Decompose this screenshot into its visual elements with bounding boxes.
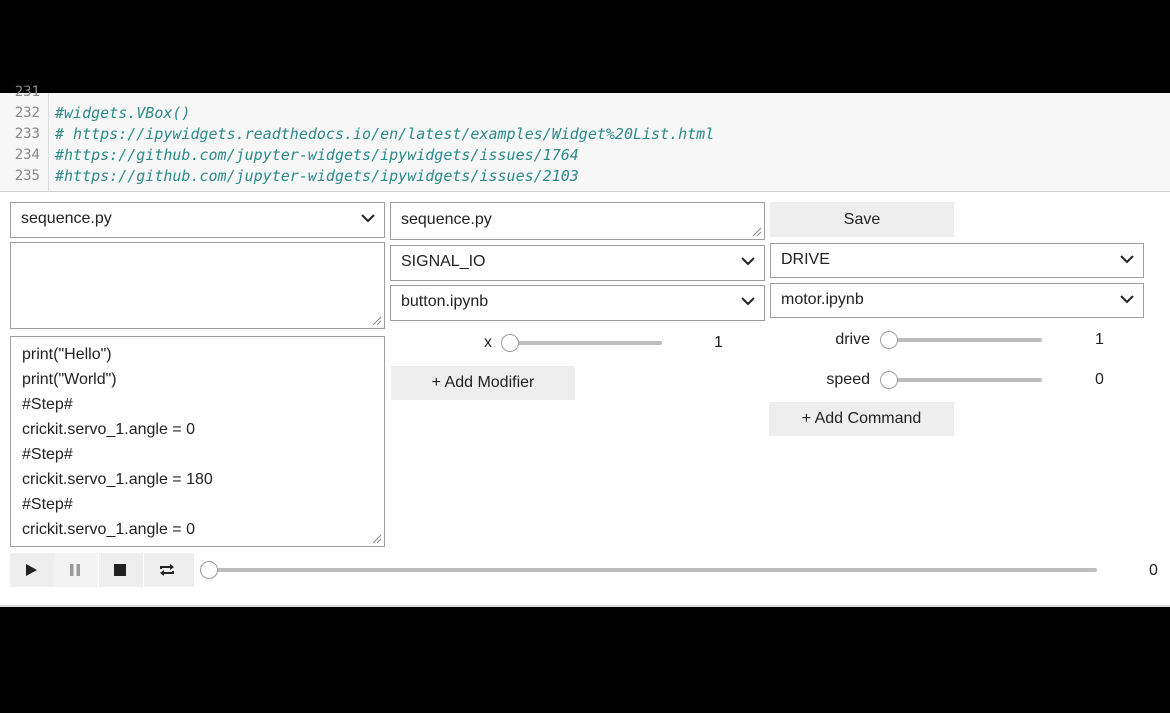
play-button[interactable]: [10, 553, 54, 587]
play-slider-value: 0: [1149, 562, 1158, 579]
notebook-output-panel: 231 232 #widgets.VBox() 233 # https://ip…: [0, 84, 1170, 607]
line-number: 232: [14, 105, 40, 121]
script-line: #Step#: [22, 446, 73, 463]
code-line: # https://ipywidgets.readthedocs.io/en/l…: [55, 125, 715, 143]
notebook-select[interactable]: button.ipynb: [390, 285, 765, 321]
notebook-select-value: button.ipynb: [401, 293, 489, 310]
chevron-down-icon: [361, 214, 375, 223]
speed-slider-label: speed: [826, 371, 870, 388]
line-number: 231: [14, 84, 40, 100]
notes-textarea[interactable]: [10, 242, 385, 329]
speed-slider-handle[interactable]: [880, 371, 898, 389]
speed-slider-value: 0: [1095, 371, 1104, 388]
code-line: #https://github.com/jupyter-widgets/ipyw…: [55, 146, 579, 164]
file-select-value: sequence.py: [21, 210, 112, 227]
script-line: print("World"): [22, 371, 117, 388]
resize-grip-icon[interactable]: [372, 316, 382, 326]
play-icon: [26, 564, 37, 576]
save-button[interactable]: Save: [770, 202, 954, 237]
line-number: 234: [14, 147, 40, 163]
signal-select-value: SIGNAL_IO: [401, 253, 486, 270]
script-line: crickit.servo_1.angle = 180: [22, 471, 213, 488]
drive-slider-track[interactable]: [884, 338, 1042, 342]
chevron-down-icon: [741, 257, 755, 266]
script-textarea[interactable]: print("Hello") print("World") #Step# cri…: [10, 336, 385, 547]
line-number: 235: [14, 168, 40, 184]
x-slider-handle[interactable]: [501, 334, 519, 352]
pause-button[interactable]: [54, 553, 98, 587]
file-select[interactable]: sequence.py: [10, 202, 385, 238]
motor-select-value: motor.ipynb: [781, 291, 864, 308]
drive-select[interactable]: DRIVE: [770, 243, 1144, 278]
chevron-down-icon: [1120, 295, 1134, 304]
stop-icon: [114, 564, 126, 576]
script-line: print("Hello"): [22, 346, 112, 363]
add-modifier-button[interactable]: + Add Modifier: [391, 366, 575, 400]
drive-slider-handle[interactable]: [880, 331, 898, 349]
code-line: #https://github.com/jupyter-widgets/ipyw…: [55, 167, 579, 185]
signal-select[interactable]: SIGNAL_IO: [390, 245, 765, 281]
drive-select-value: DRIVE: [781, 251, 830, 268]
script-line: crickit.servo_1.angle = 0: [22, 521, 195, 538]
filename-input[interactable]: sequence.py: [390, 202, 765, 240]
x-slider-label: x: [484, 334, 492, 351]
x-slider-value: 1: [714, 334, 723, 351]
resize-grip-icon[interactable]: [752, 227, 762, 237]
play-slider-track[interactable]: [204, 568, 1097, 572]
add-command-button[interactable]: + Add Command: [769, 402, 954, 436]
repeat-icon: [160, 564, 174, 576]
chevron-down-icon: [1120, 255, 1134, 264]
chevron-down-icon: [741, 297, 755, 306]
play-slider-handle[interactable]: [200, 561, 218, 579]
filename-input-value: sequence.py: [401, 211, 492, 228]
pause-icon: [70, 564, 80, 576]
script-line: crickit.servo_1.angle = 0: [22, 421, 195, 438]
drive-slider-value: 1: [1095, 331, 1104, 348]
x-slider-track[interactable]: [505, 341, 662, 345]
resize-grip-icon[interactable]: [372, 534, 382, 544]
drive-slider-label: drive: [835, 331, 870, 348]
script-line: #Step#: [22, 496, 73, 513]
script-line: #Step#: [22, 396, 73, 413]
stop-button[interactable]: [99, 553, 143, 587]
motor-select[interactable]: motor.ipynb: [770, 283, 1144, 318]
repeat-button[interactable]: [144, 553, 194, 587]
speed-slider-track[interactable]: [884, 378, 1042, 382]
line-number: 233: [14, 126, 40, 142]
code-cell[interactable]: 231 232 #widgets.VBox() 233 # https://ip…: [0, 84, 1170, 192]
code-line: #widgets.VBox(): [55, 104, 191, 122]
